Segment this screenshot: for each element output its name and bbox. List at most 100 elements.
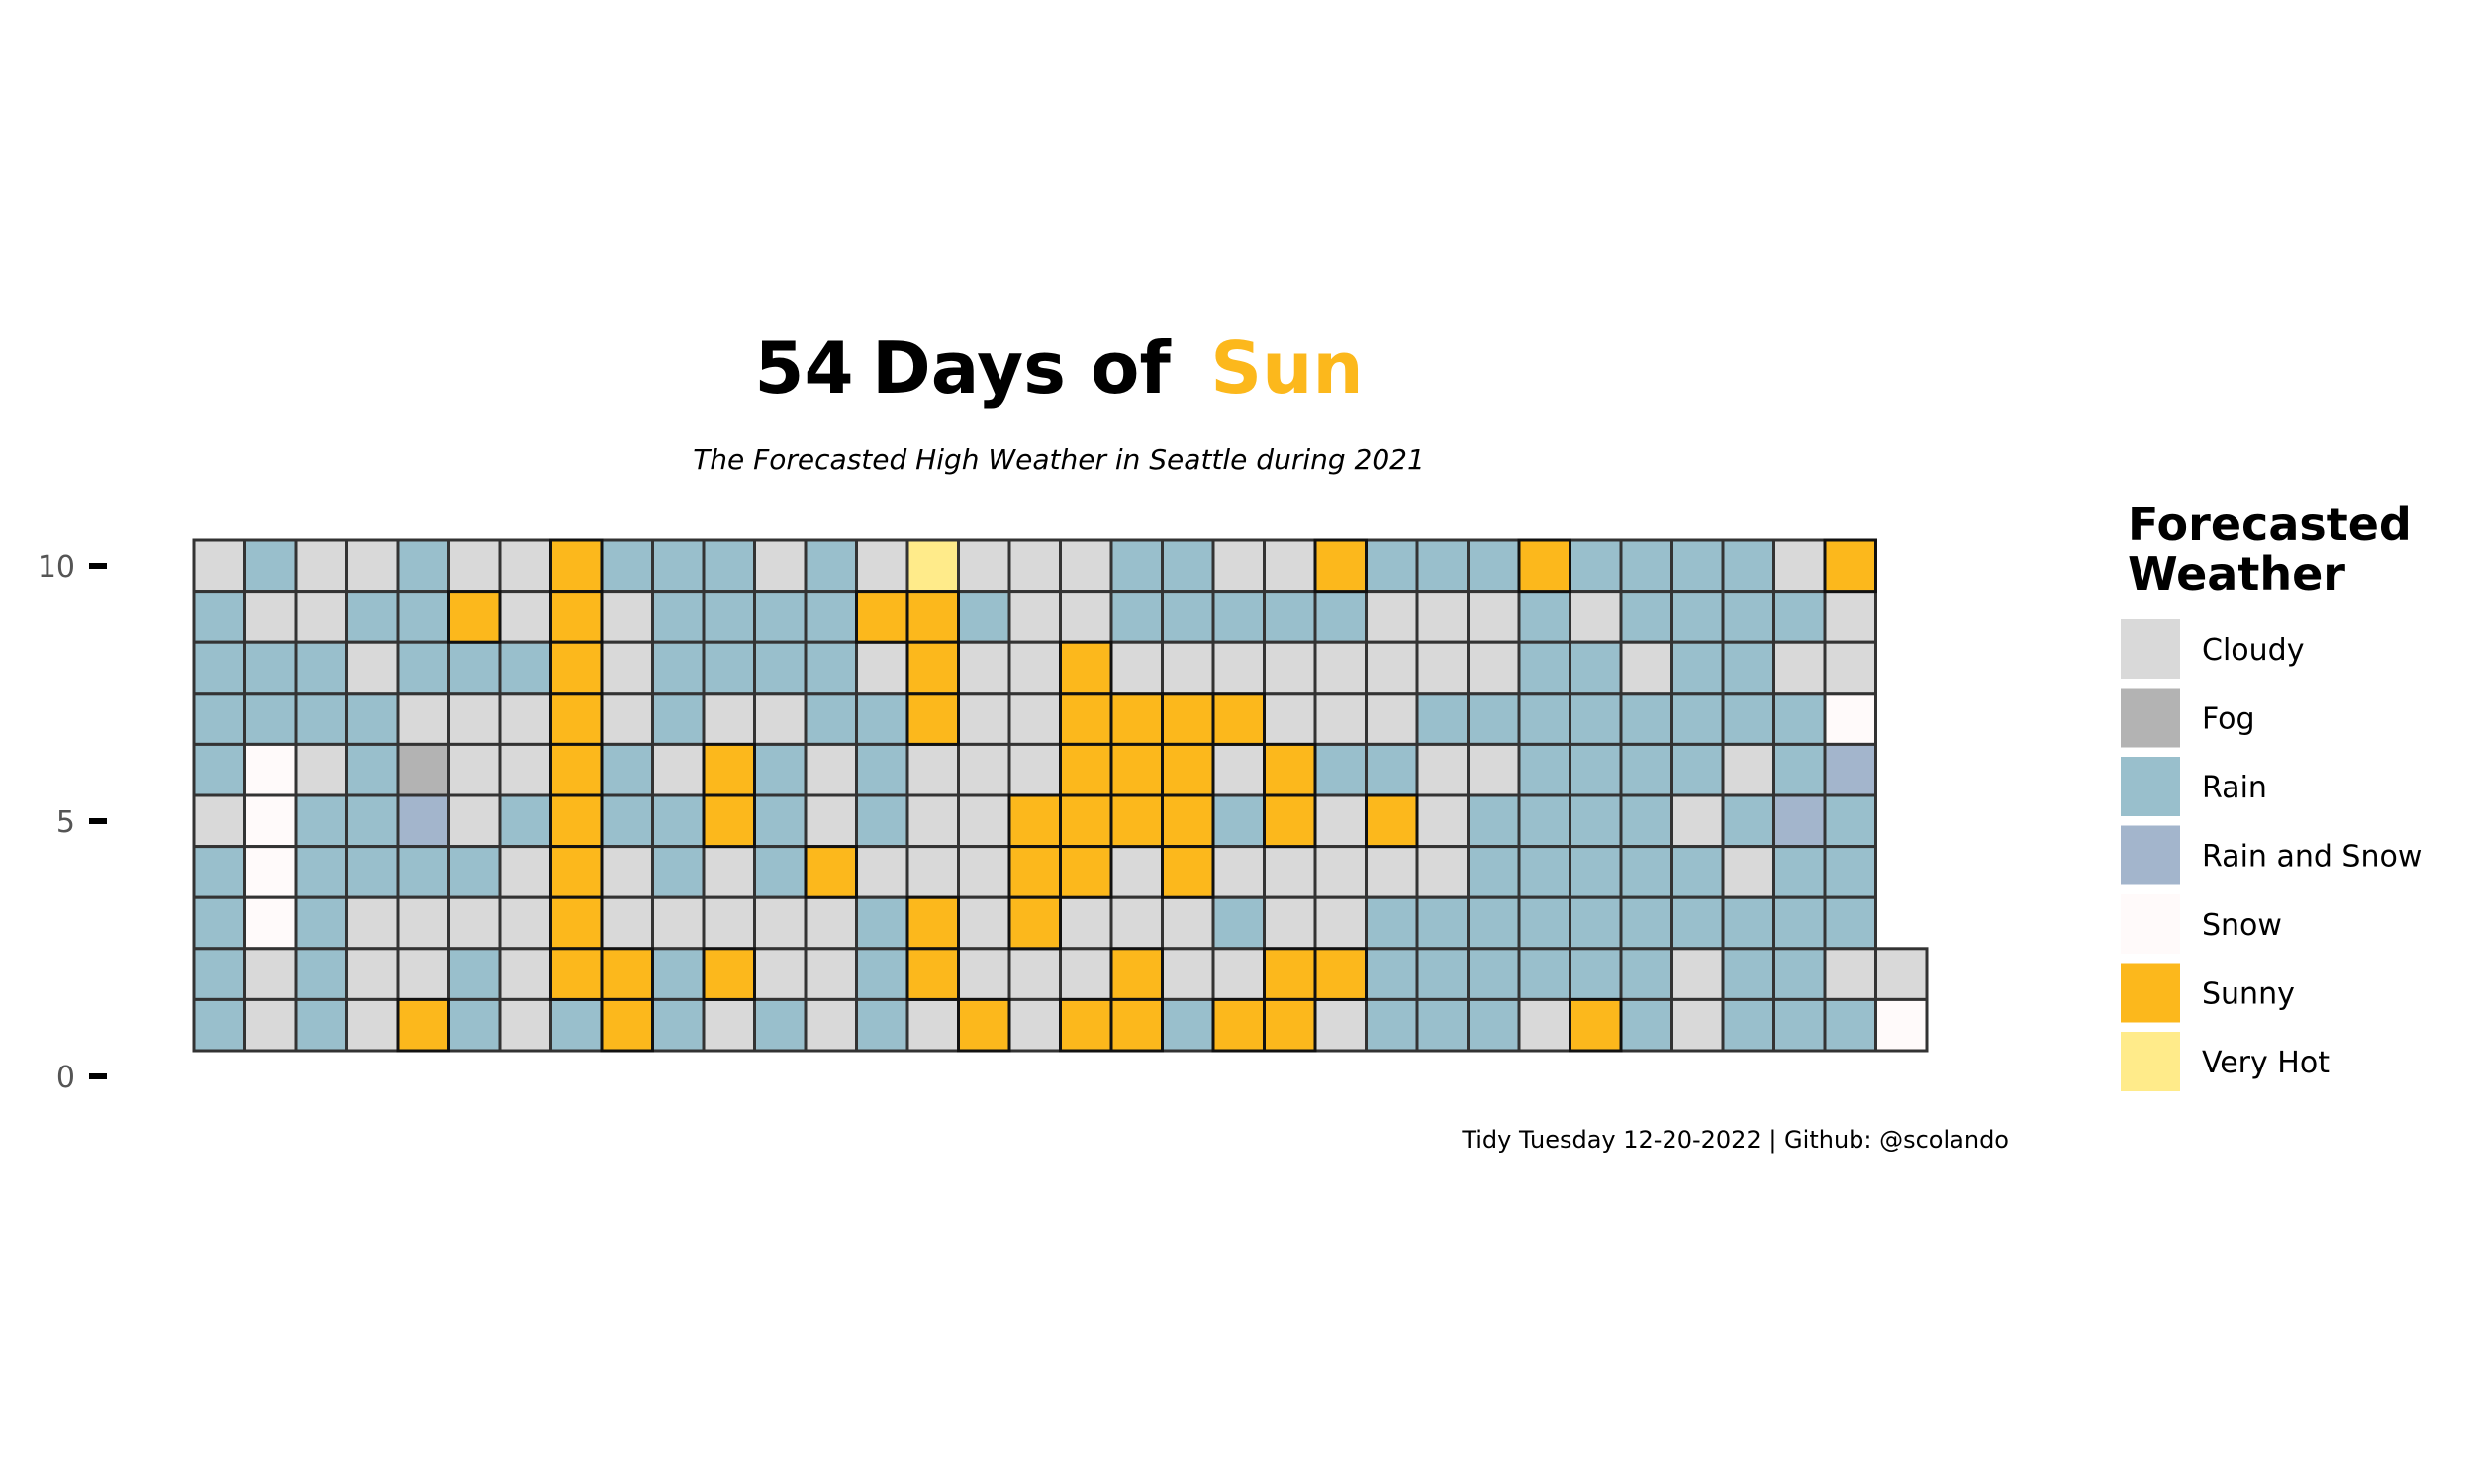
tile-cloudy <box>447 895 502 951</box>
tile-cloudy <box>1161 640 1215 696</box>
tile-rain <box>1823 845 1877 899</box>
tile-sunny <box>855 590 909 644</box>
tile-sunny <box>549 590 604 644</box>
legend-label-sunny: Sunny <box>2202 977 2295 1012</box>
tile-cloudy <box>1365 590 1419 644</box>
tile-cloudy <box>1823 640 1877 696</box>
tile-rain <box>1670 692 1725 746</box>
tile-cloudy <box>957 742 1011 797</box>
tile-cloudy <box>447 538 502 594</box>
tile-rain <box>753 997 808 1053</box>
tile-cloudy <box>1313 793 1368 849</box>
tile-cloudy <box>905 793 960 849</box>
tile-sunny <box>1313 538 1368 594</box>
tile-cloudy <box>702 895 756 951</box>
tile-cloudy <box>1059 895 1113 951</box>
tile-rain <box>1415 895 1470 951</box>
tile-rain <box>651 692 706 746</box>
tile-rain <box>1721 692 1775 746</box>
tile-sunny <box>702 742 756 797</box>
tile-cloudy <box>1415 590 1470 644</box>
tile-rain <box>1415 692 1470 746</box>
tile-cloudy <box>1313 640 1368 696</box>
tile-rain <box>804 538 858 594</box>
tile-rain <box>804 692 858 746</box>
tile-cloudy <box>1059 538 1113 594</box>
tile-grid <box>192 538 1929 1053</box>
tile-sunny <box>396 997 450 1053</box>
tile-sunny <box>549 692 604 746</box>
tile-rain <box>1211 895 1266 951</box>
tile-cloudy <box>600 845 654 899</box>
chart-title: 54 Days of Sun <box>754 326 1363 410</box>
y-tick-label: 5 <box>56 805 75 840</box>
tile-rain <box>192 845 246 899</box>
tile-rain <box>1517 895 1571 951</box>
tile-rain <box>1619 997 1673 1053</box>
tile-rain <box>855 947 909 1001</box>
tile-cloudy <box>1263 640 1317 696</box>
tile-cloudy <box>804 742 858 797</box>
tile-rain <box>1161 590 1215 644</box>
legend-swatch-very-hot <box>2121 1032 2180 1091</box>
tile-cloudy <box>1670 947 1725 1001</box>
tile-cloudy <box>1211 742 1266 797</box>
tile-cloudy <box>1059 590 1113 644</box>
tile-cloudy <box>1263 895 1317 951</box>
tile-cloudy <box>855 845 909 899</box>
tile-sunny <box>549 538 604 594</box>
tile-cloudy <box>753 692 808 746</box>
tile-rain <box>600 742 654 797</box>
tile-rain <box>294 845 348 899</box>
tile-rain <box>1467 947 1521 1001</box>
tile-cloudy <box>1007 742 1062 797</box>
tile-rain <box>1109 538 1164 594</box>
tile-rain <box>1263 590 1317 644</box>
tile-sunny <box>1059 845 1113 899</box>
tile-cloudy <box>1007 947 1062 1001</box>
tile-snow <box>243 845 298 899</box>
tile-rain <box>396 640 450 696</box>
tile-cloudy <box>498 895 552 951</box>
tile-sunny <box>1109 947 1164 1001</box>
tile-sunny <box>804 845 858 899</box>
tile-cloudy <box>753 895 808 951</box>
tile-rain <box>1161 997 1215 1053</box>
tile-cloudy <box>1109 895 1164 951</box>
tile-rain <box>702 590 756 644</box>
tile-cloudy <box>1109 640 1164 696</box>
tile-rain <box>600 793 654 849</box>
tile-sunny <box>1161 742 1215 797</box>
legend-label-fog: Fog <box>2202 702 2255 737</box>
tile-cloudy <box>1161 947 1215 1001</box>
tile-cloudy <box>243 997 298 1053</box>
tile-rain <box>855 997 909 1053</box>
tile-cloudy <box>957 845 1011 899</box>
tile-snow <box>243 793 298 849</box>
tile-rain <box>651 997 706 1053</box>
tile-sunny <box>905 947 960 1001</box>
tile-cloudy <box>600 590 654 644</box>
tile-sunny <box>905 895 960 951</box>
tile-cloudy <box>600 640 654 696</box>
tile-cloudy <box>447 742 502 797</box>
legend-label-very-hot: Very Hot <box>2202 1046 2330 1080</box>
tile-cloudy <box>957 793 1011 849</box>
tile-cloudy <box>1415 640 1470 696</box>
tile-rain <box>804 590 858 644</box>
tile-sunny <box>1211 692 1266 746</box>
tile-cloudy <box>600 895 654 951</box>
tile-rain <box>855 793 909 849</box>
y-tick-mark <box>89 1073 107 1079</box>
tile-cloudy <box>345 538 400 594</box>
tile-cloudy <box>1211 947 1266 1001</box>
tile-cloudy <box>1619 640 1673 696</box>
tile-rain <box>1517 640 1571 696</box>
tile-rain <box>1365 947 1419 1001</box>
tile-sunny <box>1059 997 1113 1053</box>
tile-rain <box>1467 845 1521 899</box>
tile-cloudy <box>192 793 246 849</box>
tile-sunny <box>1161 845 1215 899</box>
tile-rain <box>1569 538 1623 594</box>
tile-cloudy <box>1007 640 1062 696</box>
